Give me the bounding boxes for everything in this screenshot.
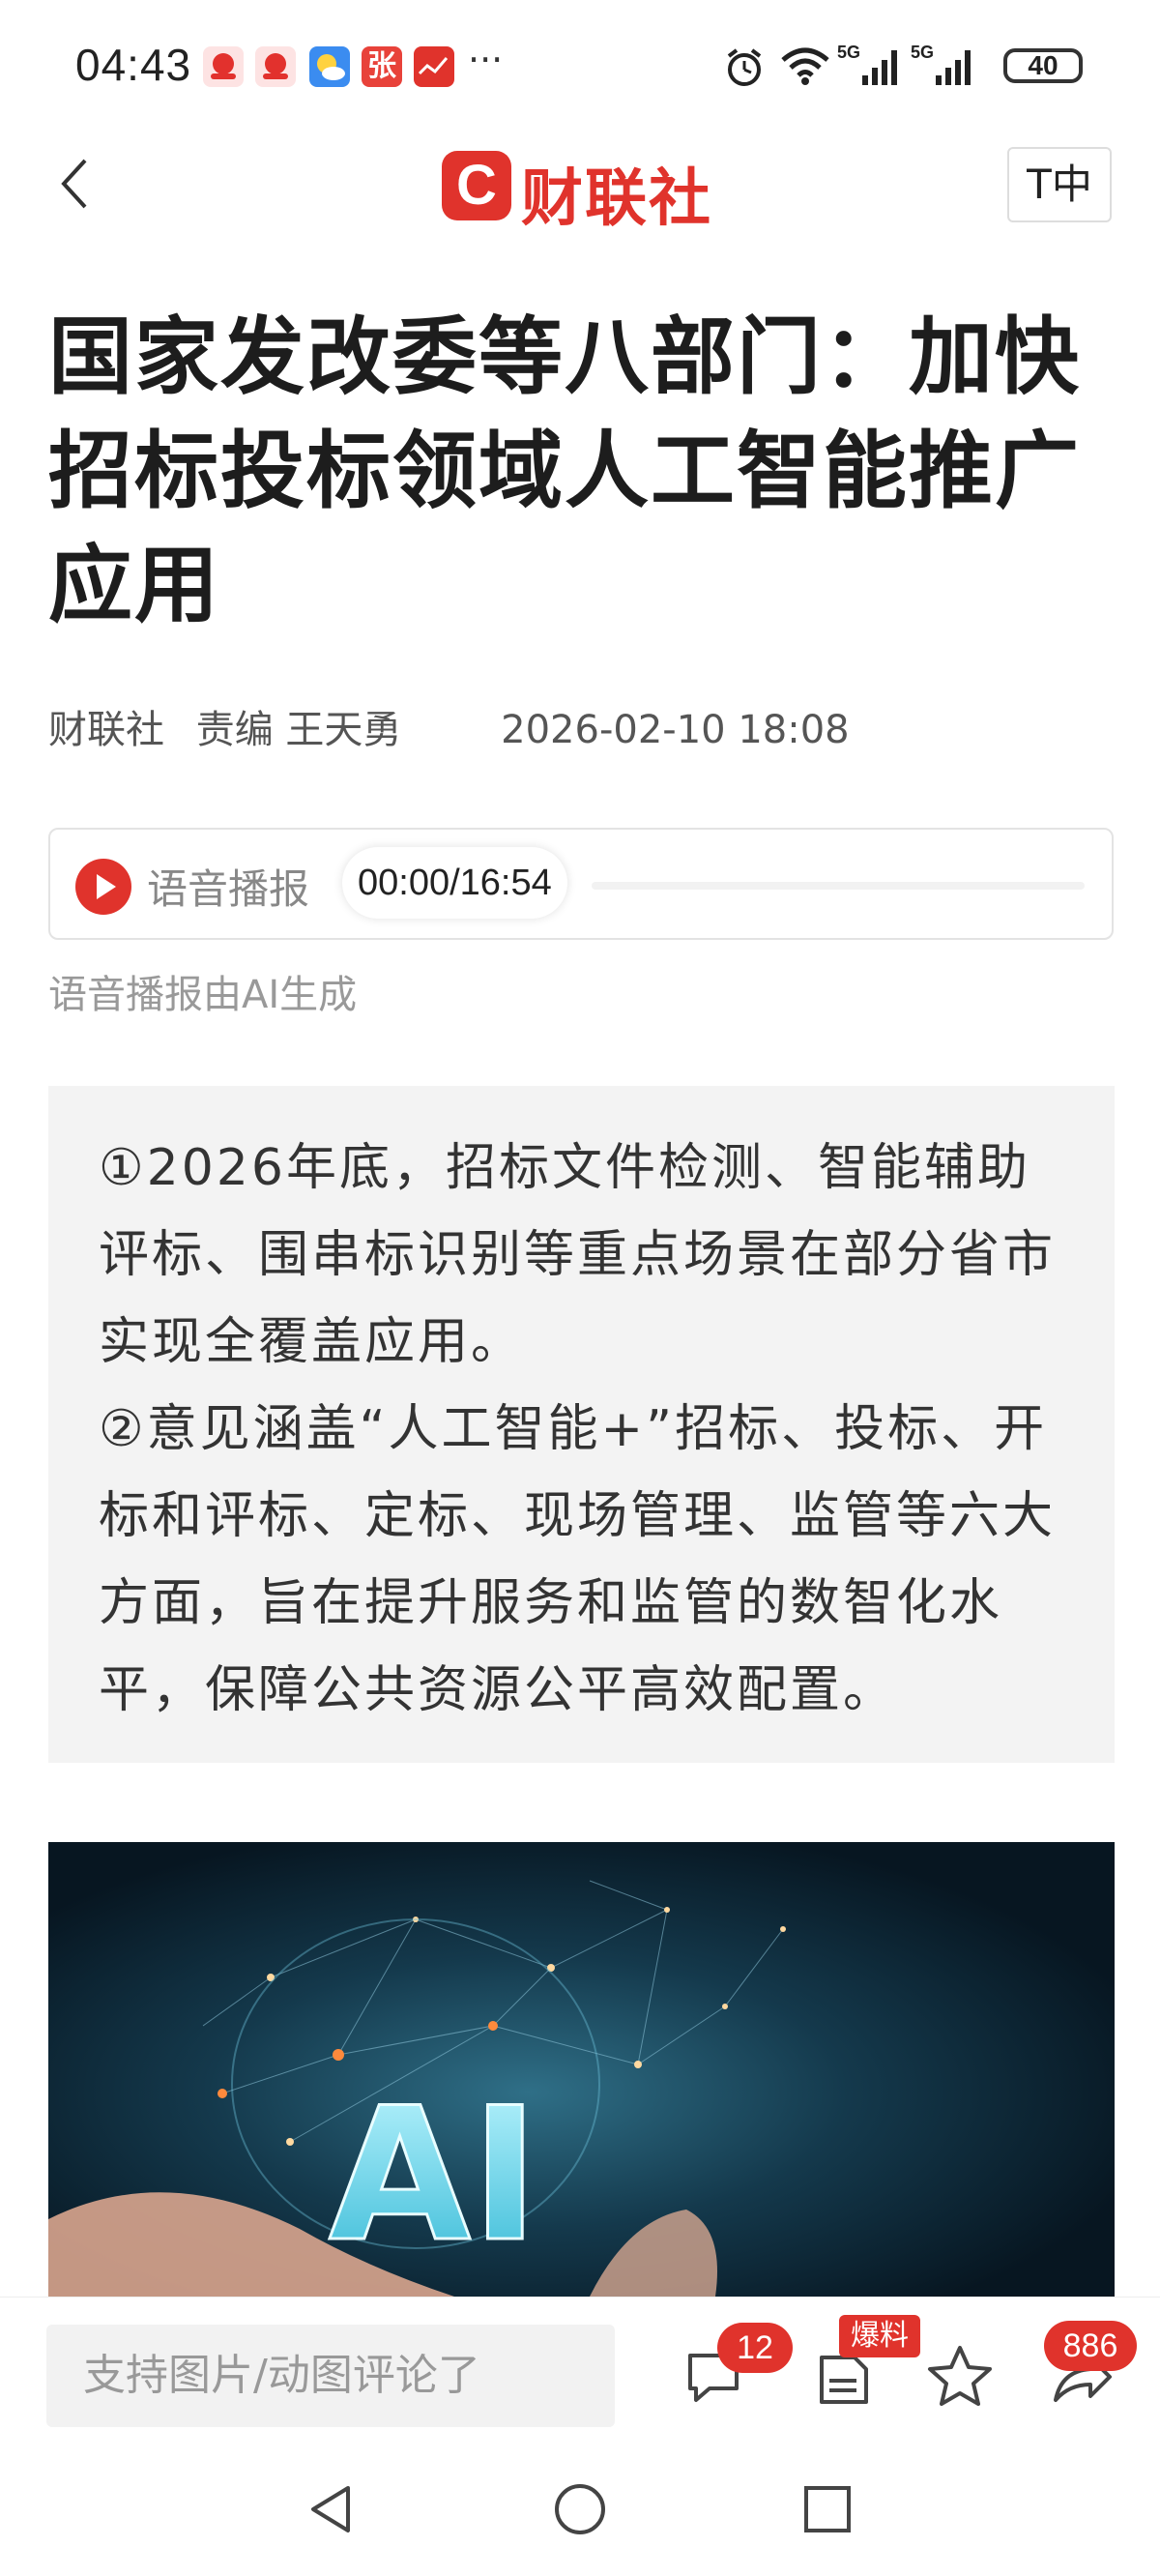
share-count-badge: 886 [1044, 2321, 1137, 2371]
favorite-button[interactable] [926, 2342, 994, 2410]
font-size-button[interactable]: T中 [1007, 147, 1112, 222]
triangle-back-icon [311, 2486, 350, 2532]
ai-3d-text: AI [329, 2068, 539, 2282]
article-title: 国家发改委等八部门：加快招标投标领域人工智能推广应用 [48, 307, 1081, 634]
battery-icon: 40 [1003, 48, 1083, 83]
brand-name: 财联社 [521, 163, 712, 235]
summary-point: ①2026年底，招标文件检测、智能辅助评标、围串标识别等重点场景在部分省市实现全… [99, 1139, 1057, 1371]
star-icon [928, 2346, 992, 2406]
zhang-app-icon: 张 [362, 46, 402, 87]
audio-progress-track[interactable] [592, 882, 1085, 890]
summary-point: ②意见涵盖“人工智能+”招标、投标、开标和评标、定标、现场管理、监管等六大方面，… [99, 1400, 1057, 1719]
nav-home-button[interactable] [551, 2480, 609, 2542]
logo-letter: C [456, 154, 497, 217]
weather-icon [309, 46, 350, 87]
square-recents-icon [804, 2486, 851, 2532]
signal-5g-icon: 5G [837, 41, 905, 93]
svg-text:5G: 5G [911, 43, 934, 62]
article-date: 2026-02-10 18:08 [501, 708, 850, 752]
more-notifications: ··· [468, 39, 504, 81]
chart-app-icon [414, 46, 454, 87]
article-meta: 财联社 责编 王天勇 2026-02-10 18:08 [48, 698, 869, 754]
article-source[interactable]: 财联社 [48, 708, 164, 752]
nav-recents-button[interactable] [800, 2482, 855, 2540]
back-button[interactable] [56, 155, 95, 213]
alarm-icon [723, 46, 766, 93]
status-bar: 04:43 张 ··· 5G 5G 40 [0, 0, 1160, 135]
signal-5g-icon: 5G [911, 41, 978, 93]
ai-hand-illustration: AI [48, 1842, 1115, 2297]
brand-logo: C 财联社 [440, 147, 720, 235]
chevron-left-icon [61, 159, 87, 209]
wifi-icon [779, 44, 831, 91]
comment-count-badge: 12 [717, 2323, 793, 2373]
audio-note: 语音播报由AI生成 [48, 973, 358, 1017]
pinduoduo-icon [255, 46, 296, 87]
audio-label: 语音播报 [147, 865, 310, 913]
bottom-action-bar: 支持图片/动图评论了 12 爆料 886 [0, 2297, 1160, 2443]
play-button[interactable] [75, 859, 131, 915]
circle-home-icon [555, 2484, 605, 2534]
article-image[interactable]: AI [48, 1842, 1115, 2297]
comment-input[interactable]: 支持图片/动图评论了 [46, 2325, 615, 2427]
svg-text:5G: 5G [837, 43, 860, 62]
nav-back-button[interactable] [305, 2480, 358, 2542]
summary-box: ①2026年底，招标文件检测、智能辅助评标、围串标识别等重点场景在部分省市实现全… [48, 1086, 1115, 1763]
article-editor: 责编 王天勇 [195, 708, 402, 752]
system-nav-bar [0, 2442, 1160, 2576]
status-time: 04:43 [75, 40, 192, 90]
audio-timer[interactable]: 00:00/16:54 [342, 847, 567, 919]
audio-player: 语音播报 00:00/16:54 [48, 828, 1114, 940]
tip-badge: 爆料 [839, 2315, 920, 2357]
pinduoduo-icon [203, 46, 244, 87]
